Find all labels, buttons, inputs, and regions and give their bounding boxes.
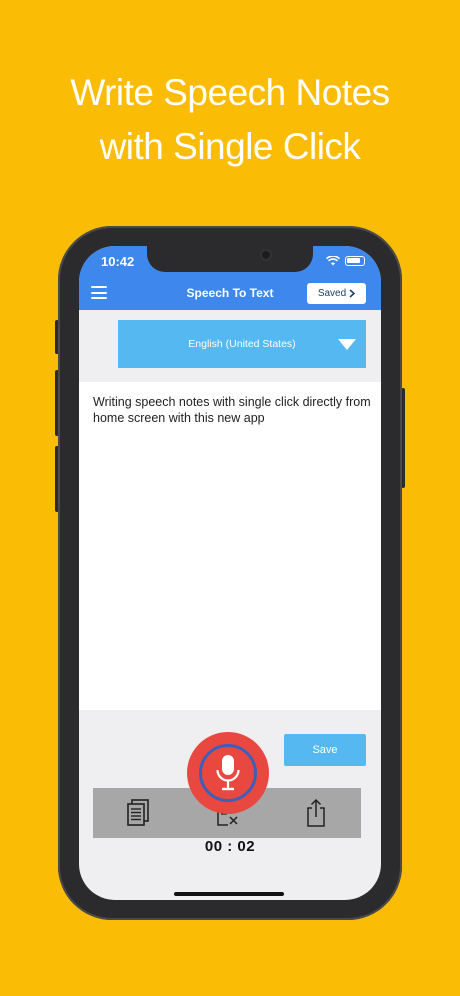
save-button[interactable]: Save: [284, 734, 366, 766]
promo-line-2: with Single Click: [99, 126, 361, 167]
language-select-value: English (United States): [188, 338, 296, 350]
front-camera: [260, 249, 272, 261]
notch: [147, 246, 313, 272]
status-icons: [326, 256, 365, 266]
recording-timer: 00 : 02: [204, 838, 256, 855]
record-button[interactable]: [187, 732, 269, 814]
battery-icon: [345, 256, 365, 266]
home-indicator[interactable]: [174, 892, 284, 896]
chevron-right-icon: [349, 289, 356, 298]
language-select[interactable]: English (United States): [118, 320, 366, 368]
status-time: 10:42: [101, 254, 135, 269]
wifi-icon: [326, 256, 340, 266]
microphone-icon: [216, 755, 240, 791]
saved-button[interactable]: Saved: [307, 283, 366, 304]
dropdown-arrow-icon: [338, 339, 356, 350]
note-text-area[interactable]: Writing speech notes with single click d…: [79, 382, 381, 838]
share-icon[interactable]: [302, 797, 330, 829]
copy-icon[interactable]: [124, 797, 152, 829]
app-header: 10:42 Speech To Text Saved: [79, 246, 381, 310]
promo-line-1: Write Speech Notes: [70, 72, 390, 113]
record-button-ring: [199, 744, 257, 802]
promo-headline: Write Speech Notes with Single Click: [0, 66, 460, 174]
note-text: Writing speech notes with single click d…: [93, 395, 371, 425]
phone-screen: 10:42 Speech To Text Saved English (Unit…: [79, 246, 381, 900]
saved-button-label: Saved: [317, 288, 347, 299]
